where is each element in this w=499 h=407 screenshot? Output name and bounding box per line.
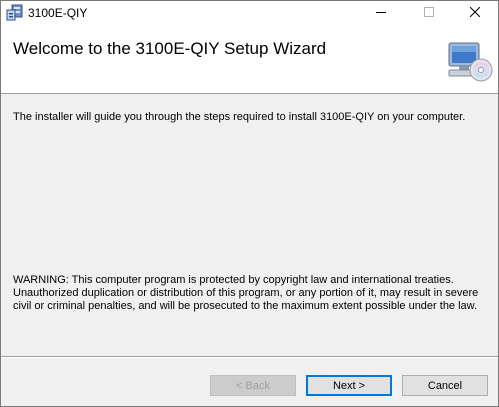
footer-divider bbox=[1, 356, 498, 358]
cancel-button[interactable]: Cancel bbox=[402, 375, 488, 396]
page-title: Welcome to the 3100E-QIY Setup Wizard bbox=[13, 39, 327, 58]
intro-text: The installer will guide you through the… bbox=[13, 111, 466, 123]
setup-wizard-window: 3100E-QIY Welcome to the 3100E-QIY Setup… bbox=[0, 0, 499, 407]
maximize-icon bbox=[424, 6, 434, 20]
next-button[interactable]: Next > bbox=[306, 375, 392, 396]
copyright-warning: WARNING: This computer program is protec… bbox=[13, 274, 479, 312]
installer-app-icon bbox=[6, 4, 23, 21]
back-button[interactable]: < Back bbox=[210, 375, 296, 396]
close-icon bbox=[469, 6, 481, 20]
wizard-header: Welcome to the 3100E-QIY Setup Wizard bbox=[1, 25, 498, 94]
minimize-icon bbox=[376, 6, 386, 20]
computer-cd-icon bbox=[445, 40, 493, 84]
minimize-button[interactable] bbox=[358, 1, 404, 25]
close-button[interactable] bbox=[452, 1, 498, 25]
title-bar[interactable]: 3100E-QIY bbox=[1, 1, 498, 25]
maximize-button[interactable] bbox=[406, 1, 452, 25]
window-title: 3100E-QIY bbox=[28, 6, 88, 20]
